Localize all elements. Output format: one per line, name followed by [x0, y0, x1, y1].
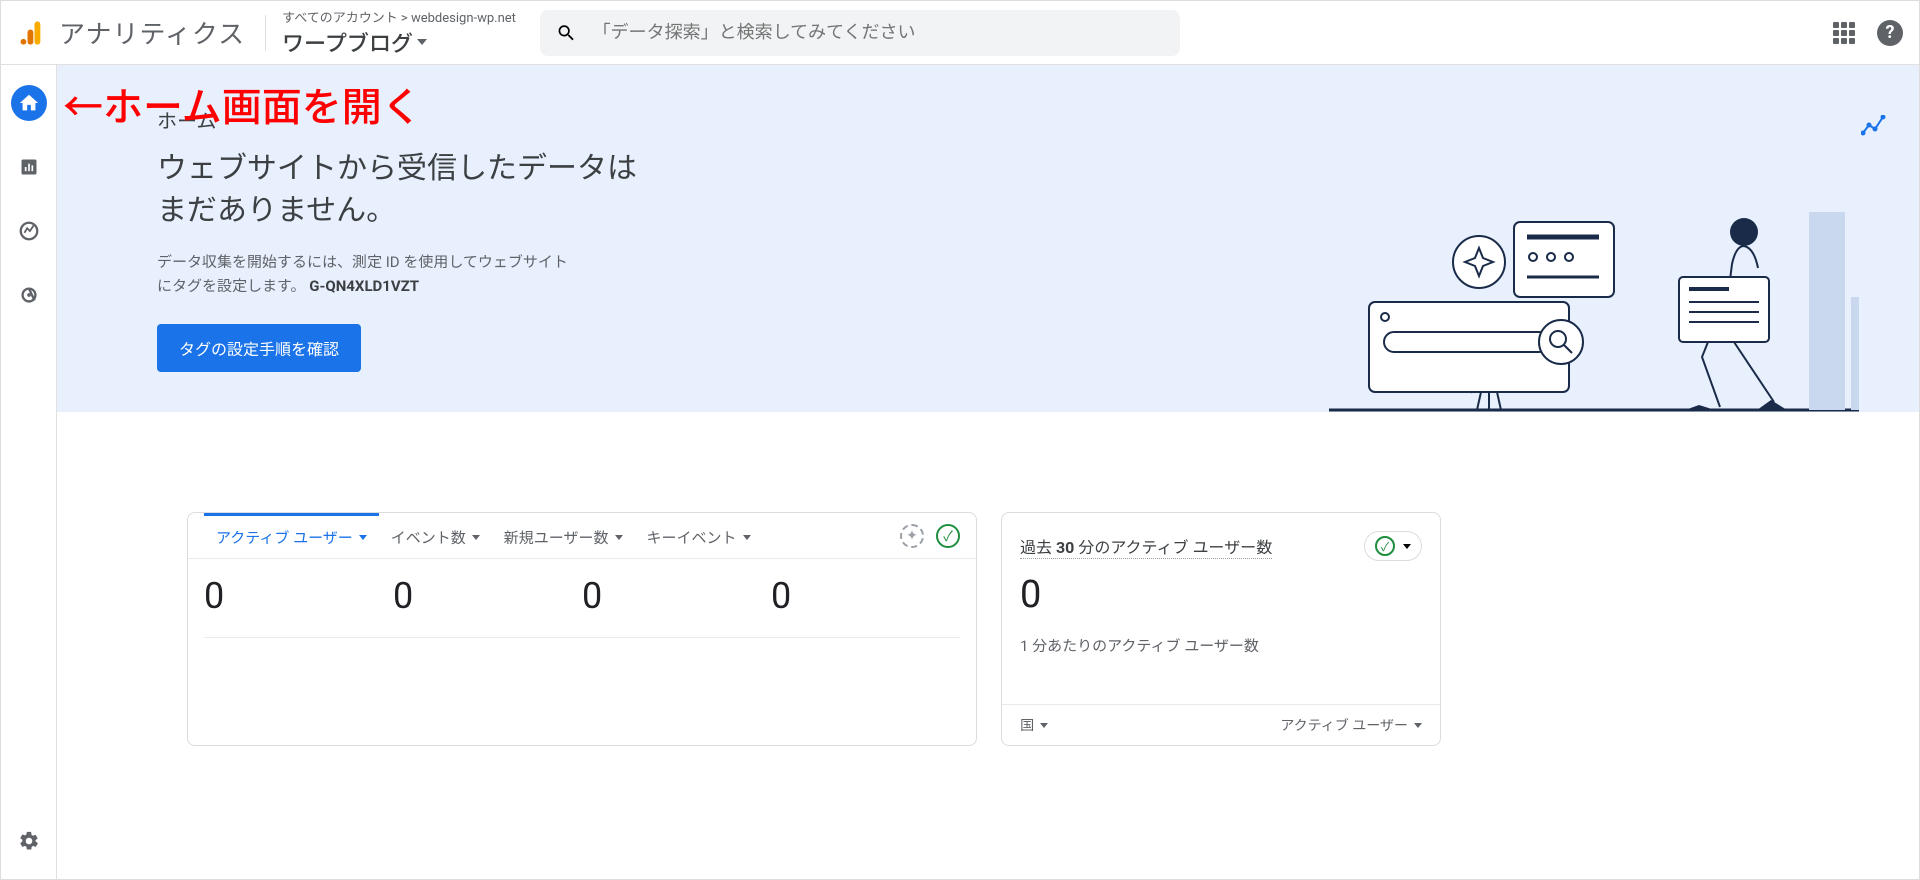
account-selector[interactable]: すべてのアカウント > webdesign-wp.net ワープブログ	[282, 7, 516, 58]
status-pill[interactable]: ✓	[1364, 531, 1422, 561]
sidebar-advertising[interactable]	[11, 277, 47, 313]
chevron-down-icon	[417, 39, 427, 45]
hero-description: データ収集を開始するには、測定 ID を使用してウェブサイトにタグを設定します。…	[157, 250, 577, 298]
hero-heading-line2: まだありません。	[157, 193, 396, 228]
chevron-down-icon	[359, 535, 367, 540]
search-input[interactable]	[593, 22, 1164, 43]
chevron-down-icon	[472, 535, 480, 540]
realtime-subtitle: 1 分あたりのアクティブ ユーザー数	[1002, 627, 1440, 664]
property-name: ワープブログ	[282, 26, 413, 58]
search-icon	[556, 22, 577, 44]
dimension-selector-right[interactable]: アクティブ ユーザー	[1280, 715, 1422, 735]
tab-label: アクティブ ユーザー	[216, 527, 353, 548]
sidebar-admin[interactable]	[11, 823, 47, 859]
sidebar-explore[interactable]	[11, 213, 47, 249]
divider	[265, 15, 266, 51]
add-metric-icon[interactable]: ✦	[900, 524, 924, 548]
status-ok-icon[interactable]: ✓	[936, 524, 960, 548]
tab-active-users[interactable]: アクティブ ユーザー	[204, 513, 379, 558]
measurement-id: G-QN4XLD1VZT	[309, 277, 419, 295]
product-name: アナリティクス	[59, 14, 245, 51]
tag-instructions-button[interactable]: タグの設定手順を確認	[157, 324, 361, 372]
tab-label: キーイベント	[647, 527, 737, 548]
tab-key-events[interactable]: キーイベント	[635, 513, 763, 558]
divider	[204, 637, 960, 638]
apps-icon[interactable]	[1833, 22, 1855, 44]
metric-value: 0	[582, 569, 771, 617]
analytics-logo-icon	[17, 19, 45, 47]
tab-events[interactable]: イベント数	[379, 513, 492, 558]
tab-new-users[interactable]: 新規ユーザー数	[492, 513, 635, 558]
help-icon[interactable]: ?	[1877, 20, 1903, 46]
metric-value: 0	[204, 569, 393, 617]
header: アナリティクス すべてのアカウント > webdesign-wp.net ワープ…	[1, 1, 1919, 65]
metric-values: 0 0 0 0	[188, 559, 976, 637]
realtime-value: 0	[1002, 569, 1440, 627]
sidebar-reports[interactable]	[11, 149, 47, 185]
cards-row: アクティブ ユーザー イベント数 新規ユーザー数 キーイベント ✦ ✓ 0 0 …	[57, 412, 1919, 746]
main: ホーム ウェブサイトから受信したデータは まだありません。 データ収集を開始する…	[57, 65, 1919, 879]
realtime-dimensions: 国 アクティブ ユーザー	[1002, 704, 1440, 745]
sidebar	[1, 65, 57, 879]
chevron-down-icon	[1414, 723, 1422, 728]
insights-icon[interactable]	[1861, 115, 1889, 143]
sidebar-home[interactable]	[11, 85, 47, 121]
chevron-down-icon	[743, 535, 751, 540]
chevron-down-icon	[615, 535, 623, 540]
search-bar[interactable]	[540, 10, 1180, 56]
hero-illustration	[1329, 182, 1859, 412]
account-path: すべてのアカウント > webdesign-wp.net	[282, 7, 516, 26]
overview-card: アクティブ ユーザー イベント数 新規ユーザー数 キーイベント ✦ ✓ 0 0 …	[187, 512, 977, 746]
metric-value: 0	[393, 569, 582, 617]
annotation-callout: ←ホーム画面を開く	[63, 75, 422, 133]
realtime-card: 過去 30 分のアクティブ ユーザー数 ✓ 0 1 分あたりのアクティブ ユーザ…	[1001, 512, 1441, 746]
dimension-selector-left[interactable]: 国	[1020, 715, 1048, 735]
tab-label: イベント数	[391, 527, 466, 548]
tab-label: 新規ユーザー数	[504, 527, 609, 548]
chevron-down-icon	[1403, 544, 1411, 549]
check-icon: ✓	[1375, 536, 1395, 556]
metric-tabs: アクティブ ユーザー イベント数 新規ユーザー数 キーイベント ✦ ✓	[188, 513, 976, 559]
metric-value: 0	[771, 569, 960, 617]
chevron-down-icon	[1040, 723, 1048, 728]
annotation-text: ←ホーム画面を開く	[63, 75, 422, 133]
realtime-card-title: 過去 30 分のアクティブ ユーザー数	[1020, 534, 1272, 559]
hero-heading-line1: ウェブサイトから受信したデータは	[157, 151, 637, 186]
